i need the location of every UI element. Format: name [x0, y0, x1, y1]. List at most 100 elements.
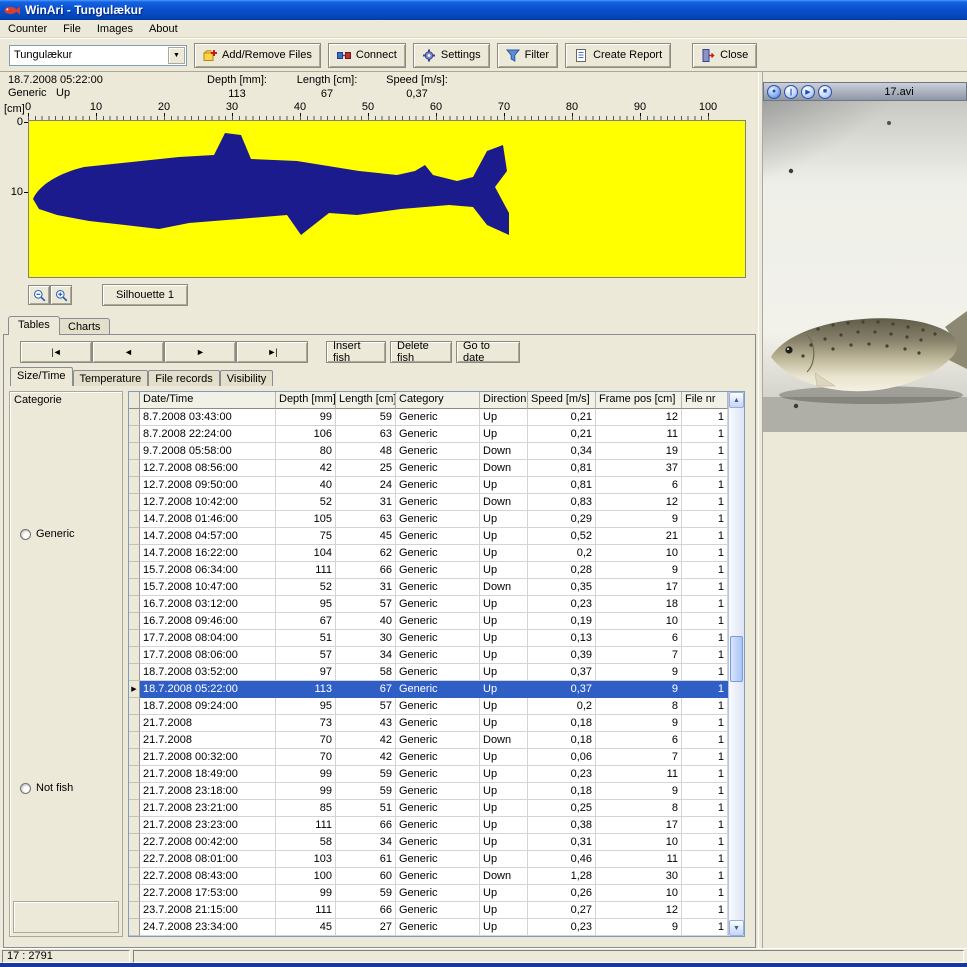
- go-to-date-button[interactable]: Go to date: [456, 341, 520, 363]
- subtab-file-records[interactable]: File records: [148, 370, 219, 386]
- table-row[interactable]: 12.7.2008 10:42:005231GenericDown0,83121: [129, 494, 744, 511]
- table-cell: Generic: [396, 596, 480, 613]
- last-record-button[interactable]: ►|: [236, 341, 308, 363]
- table-cell: Up: [480, 715, 528, 732]
- scroll-up-button[interactable]: ▲: [729, 392, 744, 408]
- table-row[interactable]: 17.7.2008 08:04:005130GenericUp0,1361: [129, 630, 744, 647]
- table-cell: 1: [682, 885, 728, 902]
- video-pause-button[interactable]: ∥: [784, 85, 798, 99]
- menu-counter[interactable]: Counter: [0, 21, 55, 37]
- scrollbar-thumb[interactable]: [730, 636, 743, 682]
- table-row[interactable]: 9.7.2008 05:58:008048GenericDown0,34191: [129, 443, 744, 460]
- table-row[interactable]: 21.7.20087042GenericDown0,1861: [129, 732, 744, 749]
- table-row[interactable]: 21.7.2008 23:18:009959GenericUp0,1891: [129, 783, 744, 800]
- table-row[interactable]: 22.7.2008 17:53:009959GenericUp0,26101: [129, 885, 744, 902]
- table-cell: Generic: [396, 511, 480, 528]
- first-record-button[interactable]: |◄: [20, 341, 92, 363]
- table-cell: 1: [682, 715, 728, 732]
- table-row[interactable]: 21.7.2008 23:21:008551GenericUp0,2581: [129, 800, 744, 817]
- video-record-button[interactable]: ●: [767, 85, 781, 99]
- settings-button[interactable]: Settings: [413, 43, 490, 68]
- table-row[interactable]: 14.7.2008 01:46:0010563GenericUp0,2991: [129, 511, 744, 528]
- row-indicator: [129, 766, 140, 783]
- combobox-dropdown-icon[interactable]: ▼: [168, 47, 185, 64]
- table-row[interactable]: 23.7.2008 21:15:0011166GenericUp0,27121: [129, 902, 744, 919]
- next-record-button[interactable]: ►: [164, 341, 236, 363]
- column-header-c4[interactable]: Direction: [480, 392, 528, 409]
- table-row[interactable]: 15.7.2008 06:34:0011166GenericUp0,2891: [129, 562, 744, 579]
- column-header-c5[interactable]: Speed [m/s]: [528, 392, 596, 409]
- table-row[interactable]: 21.7.2008 18:49:009959GenericUp0,23111: [129, 766, 744, 783]
- table-row[interactable]: 14.7.2008 04:57:007545GenericUp0,52211: [129, 528, 744, 545]
- radio-not-fish-circle[interactable]: [20, 783, 31, 794]
- grid-vertical-scrollbar[interactable]: ▲ ▼: [728, 392, 744, 936]
- table-row[interactable]: 21.7.2008 00:32:007042GenericUp0,0671: [129, 749, 744, 766]
- table-cell: 66: [336, 562, 396, 579]
- table-row[interactable]: 16.7.2008 09:46:006740GenericUp0,19101: [129, 613, 744, 630]
- table-row[interactable]: 16.7.2008 03:12:009557GenericUp0,23181: [129, 596, 744, 613]
- tab-tables[interactable]: Tables: [8, 316, 60, 335]
- subtab-visibility[interactable]: Visibility: [220, 370, 274, 386]
- table-row[interactable]: 18.7.2008 09:24:009557GenericUp0,281: [129, 698, 744, 715]
- table-row[interactable]: 22.7.2008 08:43:0010060GenericDown1,2830…: [129, 868, 744, 885]
- row-indicator: [129, 460, 140, 477]
- table-row[interactable]: 22.7.2008 08:01:0010361GenericUp0,46111: [129, 851, 744, 868]
- table-row[interactable]: 22.7.2008 00:42:005834GenericUp0,31101: [129, 834, 744, 851]
- column-header-c0[interactable]: Date/Time: [140, 392, 276, 409]
- menu-about[interactable]: About: [141, 21, 186, 37]
- table-row[interactable]: 21.7.2008 23:23:0011166GenericUp0,38171: [129, 817, 744, 834]
- video-stop-button[interactable]: ■: [818, 85, 832, 99]
- ruler-tick-label: 30: [226, 101, 238, 113]
- subtab-size-time[interactable]: Size/Time: [10, 367, 73, 386]
- add-remove-files-button[interactable]: Add/Remove Files: [194, 43, 321, 68]
- table-row[interactable]: 14.7.2008 16:22:0010462GenericUp0,2101: [129, 545, 744, 562]
- table-row[interactable]: 12.7.2008 08:56:004225GenericDown0,81371: [129, 460, 744, 477]
- delete-fish-button[interactable]: Delete fish: [390, 341, 452, 363]
- zoom-out-button[interactable]: [28, 285, 50, 305]
- menu-file[interactable]: File: [55, 21, 89, 37]
- table-row[interactable]: 8.7.2008 03:43:009959GenericUp0,21121: [129, 409, 744, 426]
- table-cell: 70: [276, 749, 336, 766]
- insert-fish-button[interactable]: Insert fish: [326, 341, 386, 363]
- table-cell: 9: [596, 562, 682, 579]
- table-cell: 24: [336, 477, 396, 494]
- table-cell: 1: [682, 494, 728, 511]
- prev-record-button[interactable]: ◄: [92, 341, 164, 363]
- column-header-c2[interactable]: Length [cm]: [336, 392, 396, 409]
- table-cell: 1: [682, 630, 728, 647]
- radio-generic-circle[interactable]: [20, 529, 31, 540]
- table-cell: 15.7.2008 06:34:00: [140, 562, 276, 579]
- table-cell: 17.7.2008 08:06:00: [140, 647, 276, 664]
- table-row[interactable]: 15.7.2008 10:47:005231GenericDown0,35171: [129, 579, 744, 596]
- table-row[interactable]: 8.7.2008 22:24:0010663GenericUp0,21111: [129, 426, 744, 443]
- table-row[interactable]: 21.7.20087343GenericUp0,1891: [129, 715, 744, 732]
- tab-charts[interactable]: Charts: [58, 318, 110, 335]
- radio-not-fish[interactable]: Not fish: [20, 782, 73, 794]
- column-header-c3[interactable]: Category: [396, 392, 480, 409]
- zoom-in-button[interactable]: [50, 285, 72, 305]
- close-button[interactable]: Close: [692, 43, 757, 68]
- table-cell: Generic: [396, 664, 480, 681]
- toolbar: Tungulækur ▼ Add/Remove Files Connect Se…: [0, 38, 967, 72]
- filter-button[interactable]: Filter: [497, 43, 558, 68]
- video-play-button[interactable]: ▶: [801, 85, 815, 99]
- column-header-c7[interactable]: File nr: [682, 392, 728, 409]
- subtab-temperature[interactable]: Temperature: [73, 370, 149, 386]
- table-row[interactable]: ▶18.7.2008 05:22:0011367GenericUp0,3791: [129, 681, 744, 698]
- site-combobox[interactable]: Tungulækur ▼: [9, 45, 187, 66]
- connect-button[interactable]: Connect: [328, 43, 406, 68]
- column-header-c1[interactable]: Depth [mm]: [276, 392, 336, 409]
- scroll-down-button[interactable]: ▼: [729, 920, 744, 936]
- table-row[interactable]: 18.7.2008 03:52:009758GenericUp0,3791: [129, 664, 744, 681]
- table-row[interactable]: 12.7.2008 09:50:004024GenericUp0,8161: [129, 477, 744, 494]
- radio-generic[interactable]: Generic: [20, 528, 75, 540]
- table-cell: 11: [596, 426, 682, 443]
- tab-tables-label: Tables: [18, 319, 50, 331]
- create-report-button[interactable]: Create Report: [565, 43, 671, 68]
- menu-images[interactable]: Images: [89, 21, 141, 37]
- column-header-c6[interactable]: Frame pos [cm]: [596, 392, 682, 409]
- table-row[interactable]: 24.7.2008 23:34:004527GenericUp0,2391: [129, 919, 744, 936]
- table-cell: 16.7.2008 09:46:00: [140, 613, 276, 630]
- table-row[interactable]: 17.7.2008 08:06:005734GenericUp0,3971: [129, 647, 744, 664]
- silhouette-1-button[interactable]: Silhouette 1: [102, 284, 188, 306]
